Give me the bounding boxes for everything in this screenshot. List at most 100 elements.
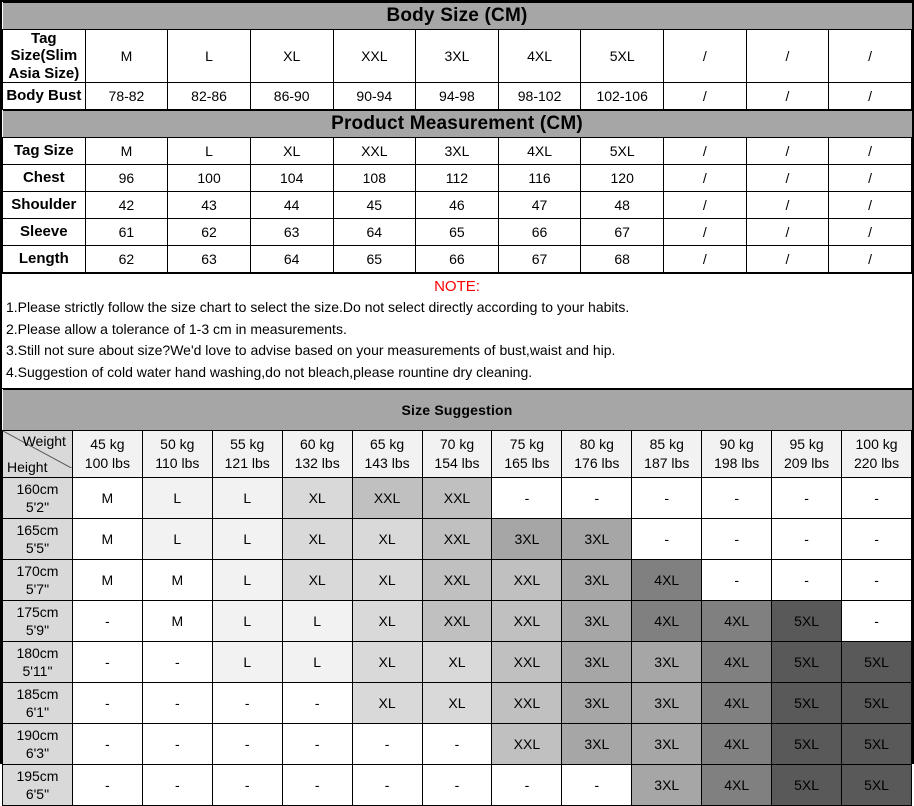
size-suggestion-title: Size Suggestion <box>2 388 912 431</box>
size-suggestion-rows: 160cm 5'2" M L L XL XXL XXL - - - - - -165cm 5'5" M L L XL… <box>2 476 912 806</box>
height-row-label: 170cm 5'7" <box>2 558 73 601</box>
size-cell-empty: - <box>351 763 423 806</box>
note-table: NOTE: 1.Please strictly follow the size … <box>2 272 912 389</box>
size-suggestion-row: 170cm 5'7" M M L XL XL XXL XXL 3XL 4XL - - - <box>2 558 912 601</box>
weight-column-header: 45 kg 100 lbs <box>71 429 143 478</box>
table-cell: / <box>745 29 830 83</box>
size-suggestion-row: 185cm 6'1" - - - - XL XL XXL 3XL 3XL 4XL 5XL 5XL <box>2 681 912 724</box>
size-suggestion-row: 190cm 6'3" - - - - - - XXL 3XL 3XL 4XL 5XL 5XL <box>2 722 912 765</box>
height-ft: 6'5" <box>25 785 50 802</box>
size-suggestion-row: 195cm 6'5" - - - - - - - -3XL 4XL 5XL 5XL <box>2 763 912 806</box>
table-cell: 3XL <box>415 136 499 165</box>
size-cell-empty: - <box>211 722 283 765</box>
height-ft: 5'5" <box>25 539 50 556</box>
size-cell: L <box>141 517 213 560</box>
weight-kg: 100 kg <box>855 435 898 452</box>
height-ft: 5'7" <box>25 580 50 597</box>
body-size-title-row: Body Size (CM) <box>2 2 912 30</box>
size-cell-empty: - <box>281 681 353 724</box>
size-cell: L <box>211 558 283 601</box>
size-cell-empty: - <box>561 763 633 806</box>
weight-lbs: 143 lbs <box>364 454 410 471</box>
size-cell: 3XL <box>631 681 703 724</box>
table-row: Tag Size M L XL XXL 3XL 4XL 5XL / / / <box>2 136 912 165</box>
row-label: Tag Size(Slim Asia Size) <box>2 29 86 83</box>
size-cell-empty: - <box>421 722 493 765</box>
table-cell: 62 <box>84 244 169 273</box>
weight-column-header: 100 kg 220 lbs <box>841 429 912 478</box>
table-cell: 112 <box>415 163 499 192</box>
table-cell: 43 <box>167 190 251 219</box>
table-cell: / <box>745 190 830 219</box>
size-cell: 3XL <box>631 640 703 683</box>
size-cell: XL <box>351 558 423 601</box>
height-ft: 6'3" <box>25 744 50 761</box>
size-cell-empty: - <box>701 517 773 560</box>
table-cell: 67 <box>497 244 582 273</box>
size-cell: XXL <box>491 558 563 601</box>
height-cm: 195cm <box>16 767 59 784</box>
size-cell: 3XL <box>491 517 563 560</box>
size-cell-empty: - <box>841 476 912 519</box>
table-cell: / <box>828 217 912 246</box>
table-cell: M <box>84 29 169 83</box>
table-cell: 96 <box>84 163 169 192</box>
size-suggestion-row: 165cm 5'5" M L L XL XL XXL 3XL 3XL - - - - <box>2 517 912 560</box>
weight-kg: 50 kg <box>160 435 195 452</box>
weight-lbs: 209 lbs <box>784 454 830 471</box>
size-cell-empty: - <box>71 599 143 642</box>
weight-lbs: 176 lbs <box>574 454 620 471</box>
table-cell: XL <box>249 29 334 83</box>
size-cell-empty: - <box>141 763 213 806</box>
note-heading: NOTE: <box>434 277 480 295</box>
table-cell: 42 <box>84 190 169 219</box>
size-suggestion-row: 160cm 5'2" M L L XL XXL XXL - - - - - - <box>2 476 912 519</box>
size-cell: XL <box>421 640 493 683</box>
table-cell: M <box>84 136 169 165</box>
table-cell: 63 <box>167 244 251 273</box>
weight-kg: 85 kg <box>649 435 684 452</box>
table-cell: 64 <box>332 217 417 246</box>
size-cell: XL <box>351 599 423 642</box>
table-cell: 104 <box>249 163 334 192</box>
table-cell: / <box>828 81 912 110</box>
product-measurement-title: Product Measurement (CM) <box>2 109 912 138</box>
table-cell: 65 <box>332 244 417 273</box>
size-cell: XXL <box>491 722 563 765</box>
size-cell: 5XL <box>841 722 912 765</box>
size-cell: M <box>141 599 213 642</box>
height-cm: 190cm <box>16 726 59 743</box>
table-cell: 78-82 <box>84 81 169 110</box>
table-row: Tag Size(Slim Asia Size) M L XL XXL 3XL 4XL 5XL… <box>2 29 912 83</box>
size-cell: XXL <box>491 640 563 683</box>
weight-column-header: 60 kg 132 lbs <box>281 429 353 478</box>
table-row: Length 62 63 64 65 66 67 68// / <box>2 244 912 273</box>
height-row-label: 195cm 6'5" <box>2 763 73 806</box>
row-label: Sleeve <box>2 217 86 246</box>
table-cell: / <box>828 136 912 165</box>
size-cell-empty: - <box>351 722 423 765</box>
table-cell: / <box>828 244 912 273</box>
size-cell-empty: - <box>211 763 283 806</box>
table-cell: 120 <box>580 163 664 192</box>
size-cell: 5XL <box>841 640 912 683</box>
table-cell: 47 <box>497 190 582 219</box>
height-ft: 6'1" <box>25 703 50 720</box>
height-row-label: 175cm 5'9" <box>2 599 73 642</box>
size-cell: XXL <box>421 599 493 642</box>
size-cell: 3XL <box>561 599 633 642</box>
height-row-label: 160cm 5'2" <box>2 476 73 519</box>
note-line: 2.Please allow a tolerance of 1-3 cm in … <box>6 320 347 337</box>
note-line: 1.Please strictly follow the size chart … <box>6 299 630 315</box>
size-cell-empty: - <box>141 722 213 765</box>
height-ft: 5'9" <box>25 621 50 638</box>
table-cell: / <box>828 190 912 219</box>
table-cell: / <box>745 217 830 246</box>
weight-kg: 55 kg <box>230 435 265 452</box>
table-cell: 44 <box>249 190 334 219</box>
weight-lbs: 100 lbs <box>84 454 130 471</box>
table-row: Sleeve 61 62 63 64 65 66 67// / <box>2 217 912 246</box>
table-cell: 86-90 <box>249 81 334 110</box>
size-cell-empty: - <box>841 599 912 642</box>
size-cell-empty: - <box>841 558 912 601</box>
